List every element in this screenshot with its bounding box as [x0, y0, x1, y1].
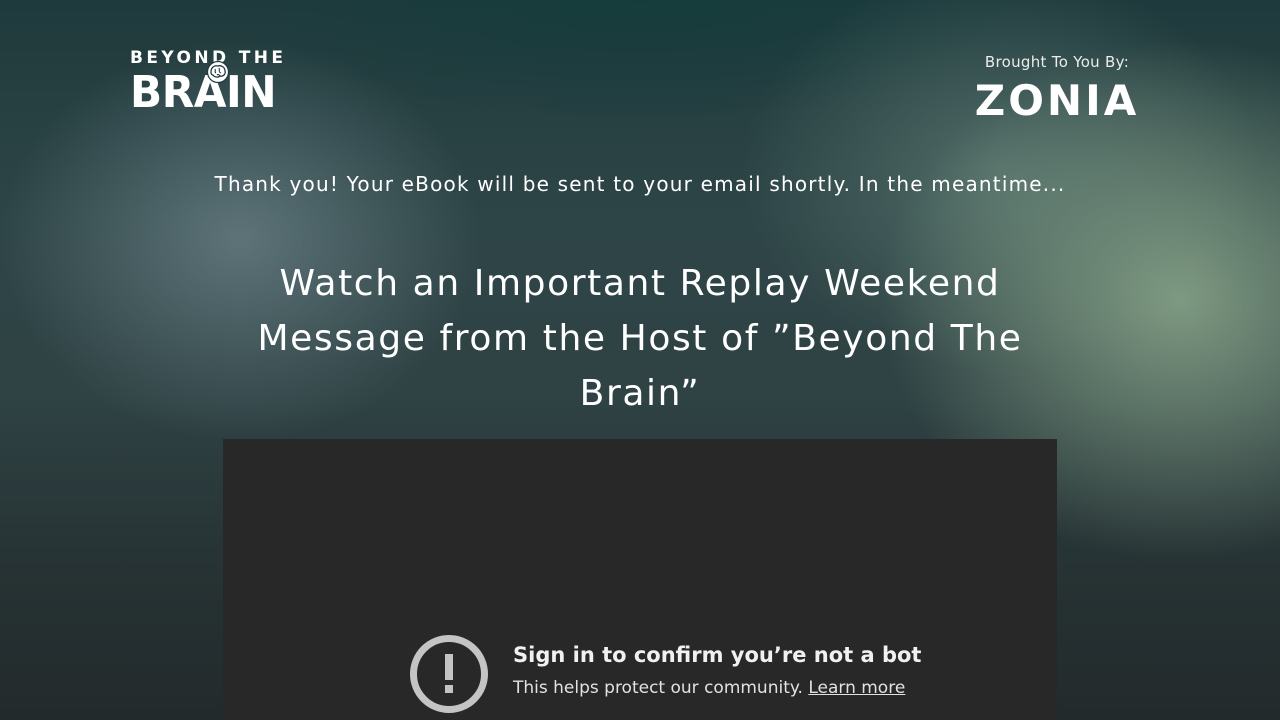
sponsor-label: Brought To You By:: [984, 53, 1130, 71]
page-header: BEYOND THE BRAIN Brought To You By: ZONI…: [0, 0, 1280, 140]
sponsor-block: Brought To You By: ZONIA: [962, 52, 1152, 122]
learn-more-link[interactable]: Learn more: [808, 678, 905, 698]
page-headline: Watch an Important Replay Weekend Messag…: [257, 263, 1023, 415]
alert-circle-icon: [410, 635, 488, 713]
beyond-the-brain-logo[interactable]: BEYOND THE BRAIN: [130, 48, 300, 120]
brain-icon: [206, 60, 230, 84]
bot-check-notice: Sign in to confirm you’re not a bot This…: [409, 634, 929, 720]
notice-text: This helps protect our community.: [513, 678, 803, 698]
notice-title: Sign in to confirm you’re not a bot: [513, 643, 922, 667]
zonia-logo[interactable]: ZONIA: [962, 80, 1152, 122]
notice-description: This helps protect our community. Learn …: [513, 676, 905, 700]
thank-you-message: Thank you! Your eBook will be sent to yo…: [214, 172, 1066, 196]
video-player[interactable]: Sign in to confirm you’re not a bot This…: [223, 439, 1057, 720]
